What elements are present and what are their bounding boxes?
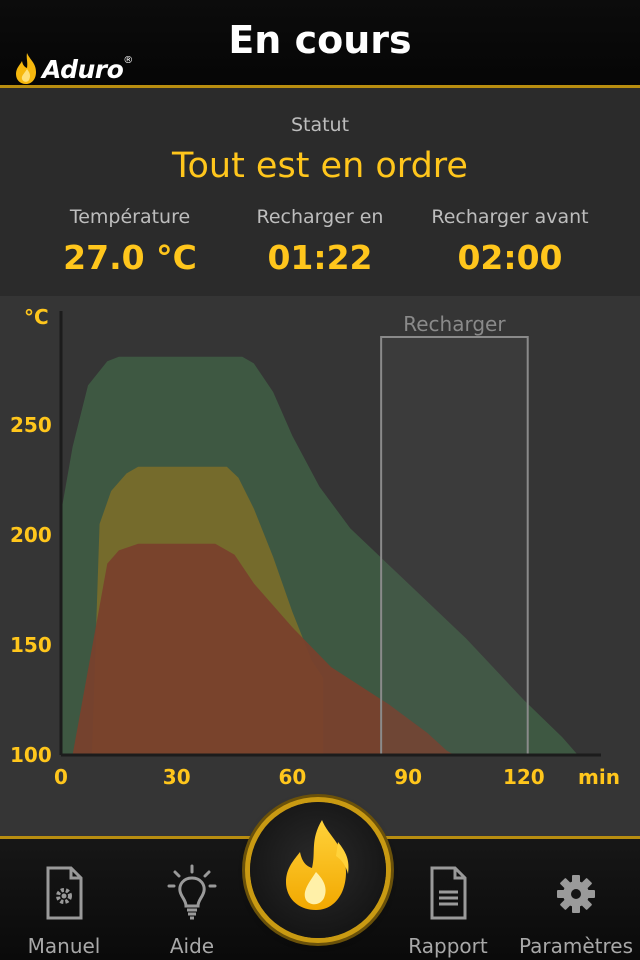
reload-window-box [380, 336, 529, 756]
logo-text: Aduro [42, 54, 124, 84]
status-panel: Statut Tout est en ordre Température 27.… [0, 88, 640, 296]
tab-aide[interactable]: Aide [142, 836, 242, 960]
tab-label: Aide [169, 934, 215, 958]
start-fire-button[interactable] [250, 802, 386, 938]
tab-parametres[interactable]: Paramètres [512, 836, 640, 960]
logo-flame-icon [16, 53, 36, 84]
document-gear-icon [46, 866, 83, 920]
x-axis-label: min [578, 765, 620, 789]
metric-label: Recharger avant [431, 206, 589, 228]
metric-temperature: Température 27.0 °C [30, 206, 230, 277]
tab-label: Manuel [27, 934, 101, 958]
metric-label: Recharger en [256, 206, 384, 228]
metric-reload-before: Recharger avant 02:00 [410, 206, 610, 277]
metric-value: 01:22 [267, 238, 373, 277]
app-header: En cours Aduro ® [0, 0, 640, 88]
y-axis-label: °C [24, 305, 49, 329]
metric-reload-in: Recharger en 01:22 [220, 206, 420, 277]
y-tick-label: 150 [10, 633, 52, 657]
x-tick-label: 0 [54, 765, 68, 789]
tab-manuel[interactable]: Manuel [14, 836, 114, 960]
temperature-chart: Recharger 100 150 200 250 0 30 60 90 120 °C min [10, 305, 620, 789]
temperature-chart-area: Recharger 100 150 200 250 0 30 60 90 120 °C min [0, 296, 640, 836]
status-value: Tout est en ordre [172, 146, 468, 186]
metric-value: 02:00 [457, 238, 563, 277]
y-tick-label: 100 [10, 743, 52, 767]
x-tick-label: 60 [279, 765, 307, 789]
tab-label: Paramètres [518, 934, 634, 958]
flame-icon [286, 820, 349, 910]
metric-value: 27.0 °C [63, 238, 197, 277]
metric-label: Température [69, 206, 191, 228]
document-lines-icon [430, 866, 467, 920]
aduro-logo: Aduro ® [14, 52, 133, 86]
status-label: Statut [290, 114, 350, 136]
x-tick-label: 30 [163, 765, 191, 789]
y-tick-label: 200 [10, 523, 52, 547]
tab-label: Rapport [408, 934, 488, 958]
x-tick-label: 90 [394, 765, 422, 789]
tab-rapport[interactable]: Rapport [396, 836, 500, 960]
y-tick-label: 250 [10, 413, 52, 437]
logo-registered-mark: ® [123, 54, 134, 66]
reload-window-label: Recharger [403, 312, 506, 336]
x-tick-label: 120 [503, 765, 545, 789]
gear-icon [557, 875, 595, 913]
lightbulb-icon [167, 864, 217, 920]
